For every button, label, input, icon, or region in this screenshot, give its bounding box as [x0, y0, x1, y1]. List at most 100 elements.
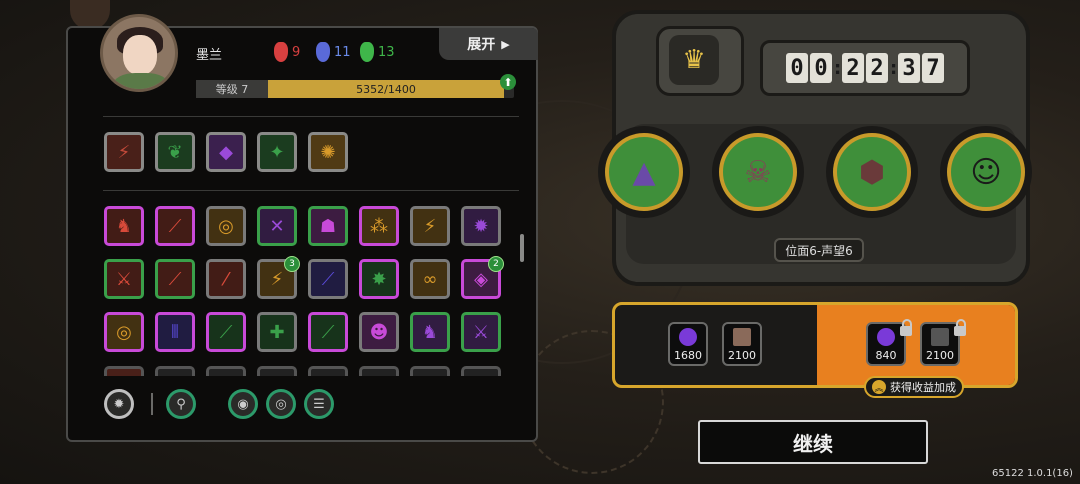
- equipped-skill-2[interactable]: ❦: [155, 132, 195, 172]
- level-up-arrow-icon[interactable]: ⬆: [500, 74, 516, 90]
- skill-icon: ∞: [422, 268, 438, 290]
- enemy-ring: ☠: [719, 133, 797, 211]
- skill-slot[interactable]: ⚡: [410, 206, 450, 246]
- skill-slot[interactable]: ⟋: [206, 312, 246, 352]
- timer-digit: 3: [898, 53, 920, 83]
- skill-icon: ◎: [116, 321, 132, 343]
- timer-digit: 0: [786, 53, 808, 83]
- divider: [103, 116, 519, 117]
- slot-icon: ✹: [113, 396, 125, 412]
- resource-count: 11: [334, 44, 351, 60]
- enemy-icon: ☠: [744, 154, 772, 190]
- skill-slot[interactable]: ⁄: [206, 259, 246, 299]
- resource-red: 9: [274, 42, 300, 62]
- avatar-face: [123, 35, 157, 75]
- bottom-slot-1[interactable]: ✹: [104, 389, 134, 419]
- skill-slot[interactable]: ✹: [461, 206, 501, 246]
- skill-icon: ⟋: [321, 268, 335, 290]
- enemy-portrait-1[interactable]: ▲: [598, 126, 690, 218]
- boss-crown-slot[interactable]: ♛: [656, 26, 744, 96]
- skill-slot[interactable]: ✕: [257, 206, 297, 246]
- bottom-slot-2[interactable]: ⚲: [166, 389, 196, 419]
- timer-colon: :: [890, 57, 898, 79]
- skill-slot[interactable]: ✸: [359, 259, 399, 299]
- timer-digit: 2: [842, 53, 864, 83]
- equipped-skill-4[interactable]: ✦: [257, 132, 297, 172]
- version-label: 65122 1.0.1(16): [992, 468, 1073, 479]
- skill-slot[interactable]: ◎: [104, 312, 144, 352]
- skill-slot[interactable]: ⚡ 3: [257, 256, 300, 299]
- skill-slot[interactable]: ⟋: [308, 259, 348, 299]
- level-label: 等级 7: [196, 80, 268, 98]
- continue-button[interactable]: 继续: [698, 420, 928, 464]
- reward-value: 2100: [728, 349, 756, 362]
- skill-slot[interactable]: ✚: [257, 312, 297, 352]
- equipped-skill-1[interactable]: ⚡: [104, 132, 144, 172]
- expand-button[interactable]: 展开 ▶: [439, 28, 538, 60]
- bottom-slot-3[interactable]: ◉: [228, 389, 258, 419]
- skill-slot-partial: [461, 366, 501, 376]
- double-chevron-up-icon: ︽: [872, 380, 886, 394]
- stage-label: 位面6-声望6: [774, 238, 864, 262]
- skill-slot[interactable]: ⦀: [155, 312, 195, 352]
- bonus-rewards-button[interactable]: ︽ 获得收益加成: [864, 376, 964, 398]
- skill-icon: ⚡: [423, 215, 437, 237]
- skill-icon: ◆: [219, 141, 233, 163]
- skill-icon: ◎: [218, 215, 234, 237]
- enemy-portrait-4[interactable]: ☺: [940, 126, 1032, 218]
- skill-slot[interactable]: ☗: [308, 206, 348, 246]
- skill-icon: ⚡: [117, 141, 131, 163]
- skill-icon: ✦: [269, 141, 285, 163]
- skill-icon: ❦: [167, 141, 183, 163]
- enemy-ring: ▲: [605, 133, 683, 211]
- skill-icon: ♞: [421, 321, 439, 343]
- skill-icon: ◈: [474, 268, 488, 290]
- skill-slot[interactable]: ⚔: [104, 259, 144, 299]
- skill-slot[interactable]: ⚔: [461, 312, 501, 352]
- resource-green: 13: [360, 42, 395, 62]
- lock-icon: [954, 319, 966, 336]
- bottom-slot-4[interactable]: ◎: [266, 389, 296, 419]
- bottom-slot-5[interactable]: ☰: [304, 389, 334, 419]
- enemy-ring: ☺: [947, 133, 1025, 211]
- play-arrow-icon: ▶: [501, 37, 510, 51]
- card-icon: [931, 328, 949, 346]
- enemy-ring: ⬢: [833, 133, 911, 211]
- skill-icon: ☗: [319, 215, 337, 237]
- upgrade-count-badge: 3: [284, 256, 300, 272]
- skill-slot-partial: [104, 366, 144, 376]
- crown-icon: ♛: [669, 35, 719, 85]
- skill-slot-partial: [359, 366, 399, 376]
- skill-slot[interactable]: ♞: [104, 206, 144, 246]
- skill-icon: ⚡: [270, 268, 284, 290]
- lock-icon: [900, 319, 912, 336]
- separator: [151, 393, 153, 415]
- bonus-label: 获得收益加成: [890, 381, 956, 394]
- skill-icon: ⁄: [224, 268, 228, 290]
- skill-slot[interactable]: ◎: [206, 206, 246, 246]
- skill-slot[interactable]: ⟋: [155, 259, 195, 299]
- skill-slot[interactable]: ♞: [410, 312, 450, 352]
- character-name: 墨兰: [196, 48, 223, 63]
- skill-icon: ⟋: [168, 268, 182, 290]
- enemy-portrait-3[interactable]: ⬢: [826, 126, 918, 218]
- character-avatar[interactable]: [100, 14, 178, 92]
- scrollbar[interactable]: [520, 234, 524, 262]
- equipped-skill-3[interactable]: ◆: [206, 132, 246, 172]
- reward-item: 1680: [668, 322, 708, 366]
- timer-digit: 7: [922, 53, 944, 83]
- reward-value: 840: [875, 349, 897, 362]
- enemy-portrait-2[interactable]: ☠: [712, 126, 804, 218]
- skill-slot[interactable]: ☻: [359, 312, 399, 352]
- skill-slot[interactable]: ⟋: [308, 312, 348, 352]
- equipped-skill-5[interactable]: ✺: [308, 132, 348, 172]
- skill-slot[interactable]: ⟋: [155, 206, 195, 246]
- skill-icon: ⚔: [472, 321, 490, 343]
- timer-digit: 2: [866, 53, 888, 83]
- skill-slot[interactable]: ⁂: [359, 206, 399, 246]
- blue-mask-icon: [316, 42, 330, 62]
- skill-slot[interactable]: ∞: [410, 259, 450, 299]
- slot-icon: ⚲: [176, 396, 186, 412]
- skill-icon: ✚: [269, 321, 285, 343]
- skill-slot[interactable]: ◈ 2: [461, 256, 504, 299]
